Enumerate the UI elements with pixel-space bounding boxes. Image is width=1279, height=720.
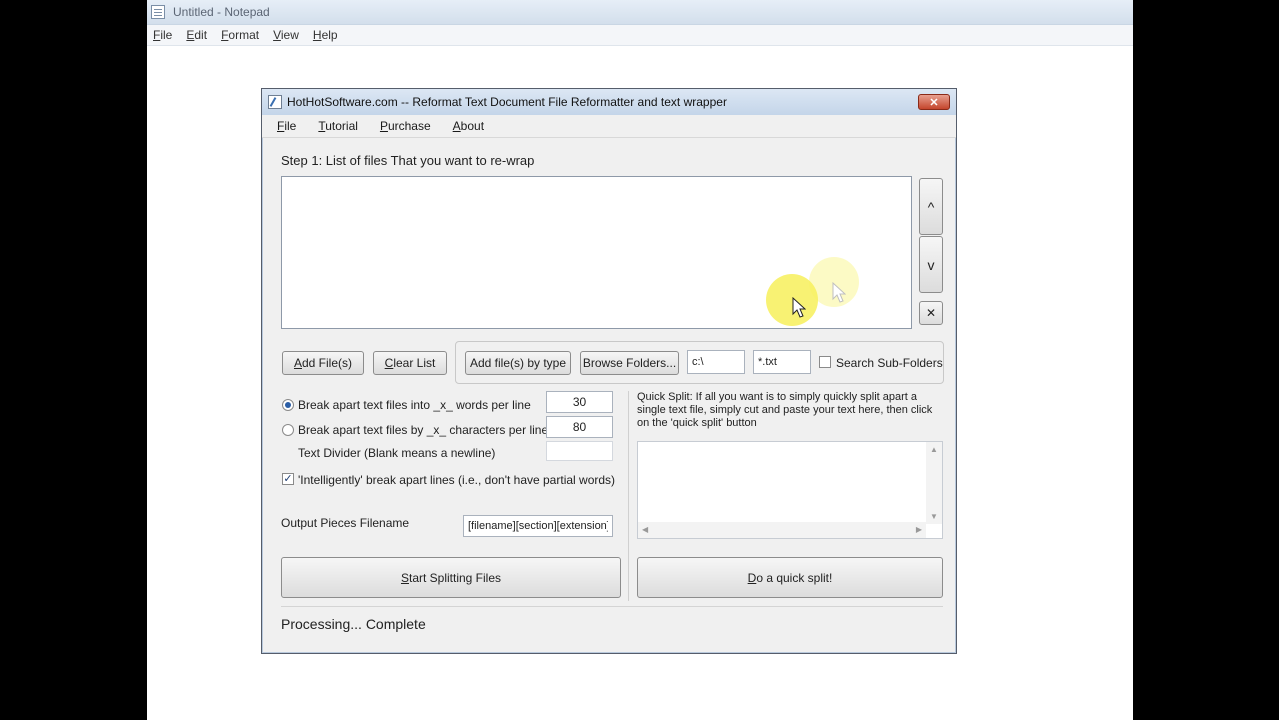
menu-tutorial[interactable]: Tutorial: [318, 119, 358, 133]
notepad-menubar: File Edit Format View Help: [147, 25, 1133, 46]
menu-about[interactable]: About: [453, 119, 484, 133]
clear-list-button[interactable]: Clear List: [373, 351, 447, 375]
notepad-titlebar[interactable]: Untitled - Notepad: [147, 0, 1133, 25]
chars-per-line-input[interactable]: [546, 416, 613, 438]
add-by-type-label: Add file(s) by type: [469, 356, 567, 370]
quick-split-button[interactable]: Do a quick split!: [637, 557, 943, 598]
section-divider: [628, 391, 629, 601]
break-chars-radio[interactable]: [282, 424, 294, 436]
notepad-app-icon: [151, 5, 165, 19]
dialog-titlebar[interactable]: HotHotSoftware.com -- Reformat Text Docu…: [262, 89, 956, 115]
quick-split-textarea[interactable]: ▲ ▼ ◀ ▶: [637, 441, 943, 539]
scroll-down-arrow-icon[interactable]: ▼: [930, 512, 938, 521]
search-subfolders-checkbox[interactable]: [819, 356, 831, 368]
browse-folders-label: Browse Folders...: [582, 356, 677, 370]
notepad-menu-help[interactable]: Help: [313, 28, 338, 42]
break-chars-label: Break apart text files by _x_ characters…: [298, 423, 549, 437]
quick-split-button-label: Do a quick split!: [747, 570, 833, 585]
chevron-down-icon: v: [927, 256, 935, 273]
horizontal-scrollbar[interactable]: ◀ ▶: [638, 522, 926, 538]
notepad-menu-edit[interactable]: Edit: [186, 28, 207, 42]
break-words-radio[interactable]: [282, 399, 294, 411]
start-splitting-button[interactable]: Start Splitting Files: [281, 557, 621, 598]
break-words-label: Break apart text files into _x_ words pe…: [298, 398, 531, 412]
intelligent-break-label: 'Intelligently' break apart lines (i.e.,…: [298, 473, 616, 487]
start-splitting-label: Start Splitting Files: [400, 570, 502, 585]
text-divider-input[interactable]: [546, 441, 613, 461]
add-files-button[interactable]: Add File(s): [282, 351, 364, 375]
notepad-menu-view[interactable]: View: [273, 28, 299, 42]
search-subfolders-label: Search Sub-Folders: [836, 356, 943, 370]
close-icon: ✕: [925, 306, 937, 320]
vertical-scrollbar[interactable]: ▲ ▼: [926, 442, 942, 524]
menu-file[interactable]: File: [277, 119, 296, 133]
reformatter-dialog: HotHotSoftware.com -- Reformat Text Docu…: [261, 88, 957, 654]
move-up-button[interactable]: ^: [919, 178, 943, 235]
status-divider: [281, 606, 943, 607]
close-button[interactable]: ✕: [918, 94, 950, 110]
app-pen-icon: [268, 95, 282, 109]
mouse-pointer-icon: [792, 297, 806, 318]
add-by-type-button[interactable]: Add file(s) by type: [465, 351, 571, 375]
menu-purchase[interactable]: Purchase: [380, 119, 431, 133]
file-list[interactable]: [281, 176, 912, 329]
add-files-label: Add File(s): [293, 356, 353, 370]
output-filename-label: Output Pieces Filename: [281, 516, 410, 530]
folder-input[interactable]: [687, 350, 745, 374]
scroll-left-arrow-icon[interactable]: ◀: [642, 525, 648, 534]
notepad-menu-file[interactable]: File: [153, 28, 172, 42]
dialog-menubar: File Tutorial Purchase About: [262, 115, 956, 138]
intelligent-break-checkbox[interactable]: ✓: [282, 473, 294, 485]
clear-list-label: Clear List: [384, 356, 436, 370]
browse-folders-button[interactable]: Browse Folders...: [580, 351, 679, 375]
file-type-input[interactable]: [753, 350, 811, 374]
mouse-pointer-trail-icon: [832, 282, 846, 303]
notepad-menu-format[interactable]: Format: [221, 28, 259, 42]
remove-file-button[interactable]: ✕: [919, 301, 943, 325]
words-per-line-input[interactable]: [546, 391, 613, 413]
move-down-button[interactable]: v: [919, 236, 943, 293]
scroll-right-arrow-icon[interactable]: ▶: [916, 525, 922, 534]
step1-label: Step 1: List of files That you want to r…: [281, 153, 535, 168]
notepad-title: Untitled - Notepad: [173, 5, 270, 19]
quick-split-instructions: Quick Split: If all you want is to simpl…: [637, 391, 933, 429]
chevron-up-icon: ^: [927, 198, 935, 215]
output-filename-input[interactable]: [463, 515, 613, 537]
close-icon: ✕: [929, 96, 939, 109]
divider-label: Text Divider (Blank means a newline): [298, 446, 496, 460]
dialog-title: HotHotSoftware.com -- Reformat Text Docu…: [287, 95, 727, 109]
scroll-up-arrow-icon[interactable]: ▲: [930, 445, 938, 454]
status-text: Processing... Complete: [281, 616, 426, 632]
